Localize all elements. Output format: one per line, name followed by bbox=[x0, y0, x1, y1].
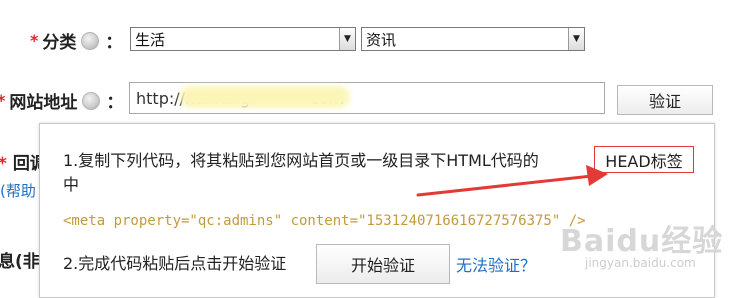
arrow-shaft bbox=[416, 174, 594, 197]
watermark-domain: jingyan.baidu.com bbox=[585, 256, 696, 270]
arrow-head bbox=[586, 165, 608, 186]
baidu-watermark: Baidu经验 bbox=[560, 224, 724, 259]
